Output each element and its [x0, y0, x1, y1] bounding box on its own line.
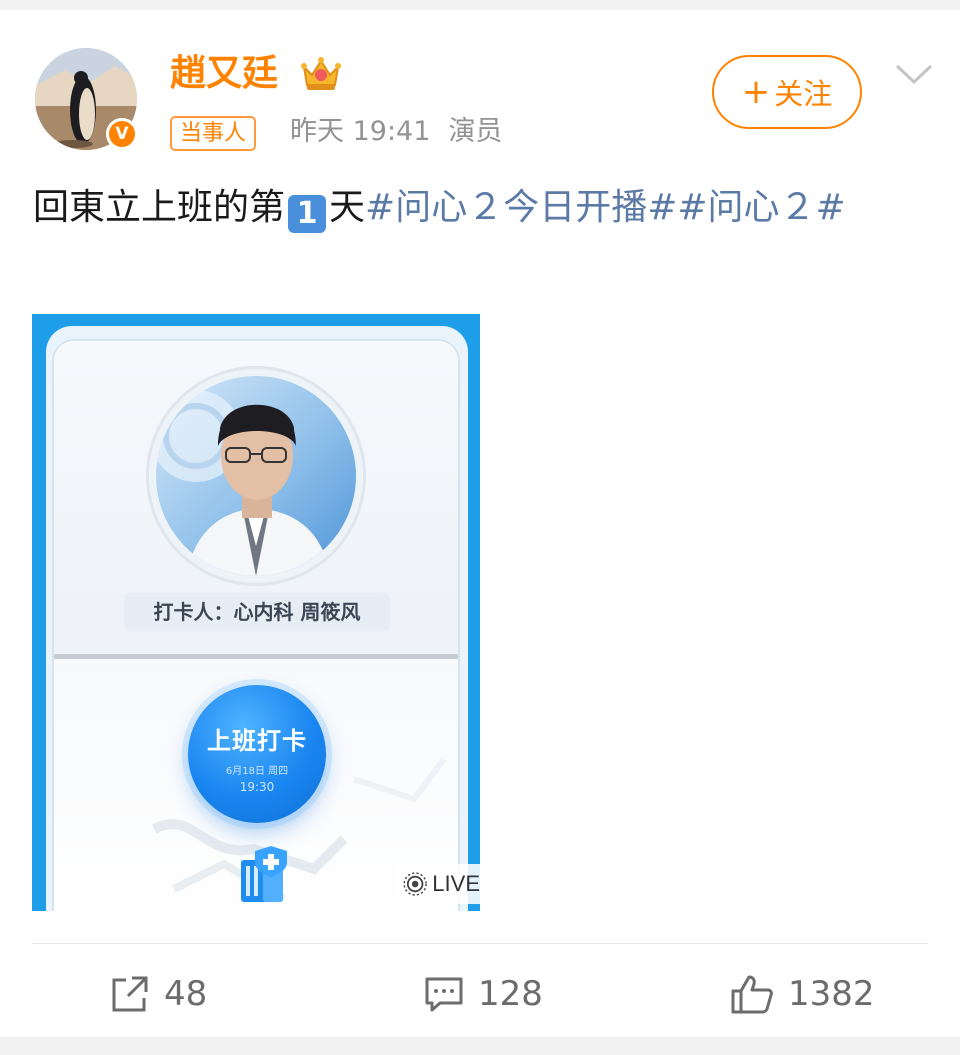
author-occupation: 演员	[448, 116, 503, 147]
clock-in-time: 19:30	[239, 780, 275, 794]
post-image[interactable]: 打卡人：心内科 周筱风 上班打卡 6月18日 周四 19:30 LIVE	[32, 314, 480, 911]
chevron-down-icon[interactable]	[894, 60, 934, 90]
post-meta: 昨天 19:41 演员	[290, 112, 502, 152]
action-divider	[32, 943, 928, 944]
crown-icon	[301, 57, 341, 90]
repost-count: 48	[164, 974, 208, 1014]
follow-button[interactable]: + 关注	[712, 55, 862, 129]
like-icon	[731, 975, 773, 1014]
hashtag-link[interactable]: #问心２今日开播##问心２#	[365, 187, 846, 228]
role-tag: 当事人	[170, 116, 257, 151]
checkin-person-label: 打卡人：心内科 周筱风	[124, 593, 390, 631]
doctor-portrait-image	[156, 390, 331, 576]
comment-button[interactable]: 128	[424, 968, 543, 1020]
live-icon	[403, 872, 427, 896]
follow-label: 关注	[774, 77, 833, 111]
post-text: 回東立上班的第 1 天#问心２今日开播##问心２#	[33, 180, 913, 236]
repost-icon	[112, 976, 148, 1012]
post-text-day: 天	[329, 187, 366, 228]
bottom-strip	[0, 1037, 960, 1055]
clock-in-date: 6月18日 周四	[225, 766, 289, 777]
like-count: 1382	[788, 974, 875, 1014]
author-name[interactable]: 趙又廷	[170, 50, 278, 98]
doctor-portrait	[156, 376, 356, 576]
hospital-building-icon	[241, 846, 287, 902]
comment-icon	[425, 977, 463, 1012]
post-time: 昨天 19:41	[290, 116, 431, 147]
comment-count: 128	[478, 974, 543, 1014]
keycap-one-emoji: 1	[288, 195, 327, 233]
clock-in-button: 上班打卡 6月18日 周四 19:30	[188, 685, 326, 823]
post-text-body: 回東立上班的第	[33, 187, 286, 228]
plus-icon: +	[741, 72, 771, 112]
live-badge[interactable]: LIVE	[398, 864, 480, 904]
live-label: LIVE	[432, 871, 480, 896]
top-strip	[0, 0, 960, 10]
verified-badge-icon: V	[106, 118, 138, 150]
like-button[interactable]: 1382	[730, 968, 875, 1020]
clock-in-title: 上班打卡	[207, 727, 307, 755]
repost-button[interactable]: 48	[110, 968, 207, 1020]
